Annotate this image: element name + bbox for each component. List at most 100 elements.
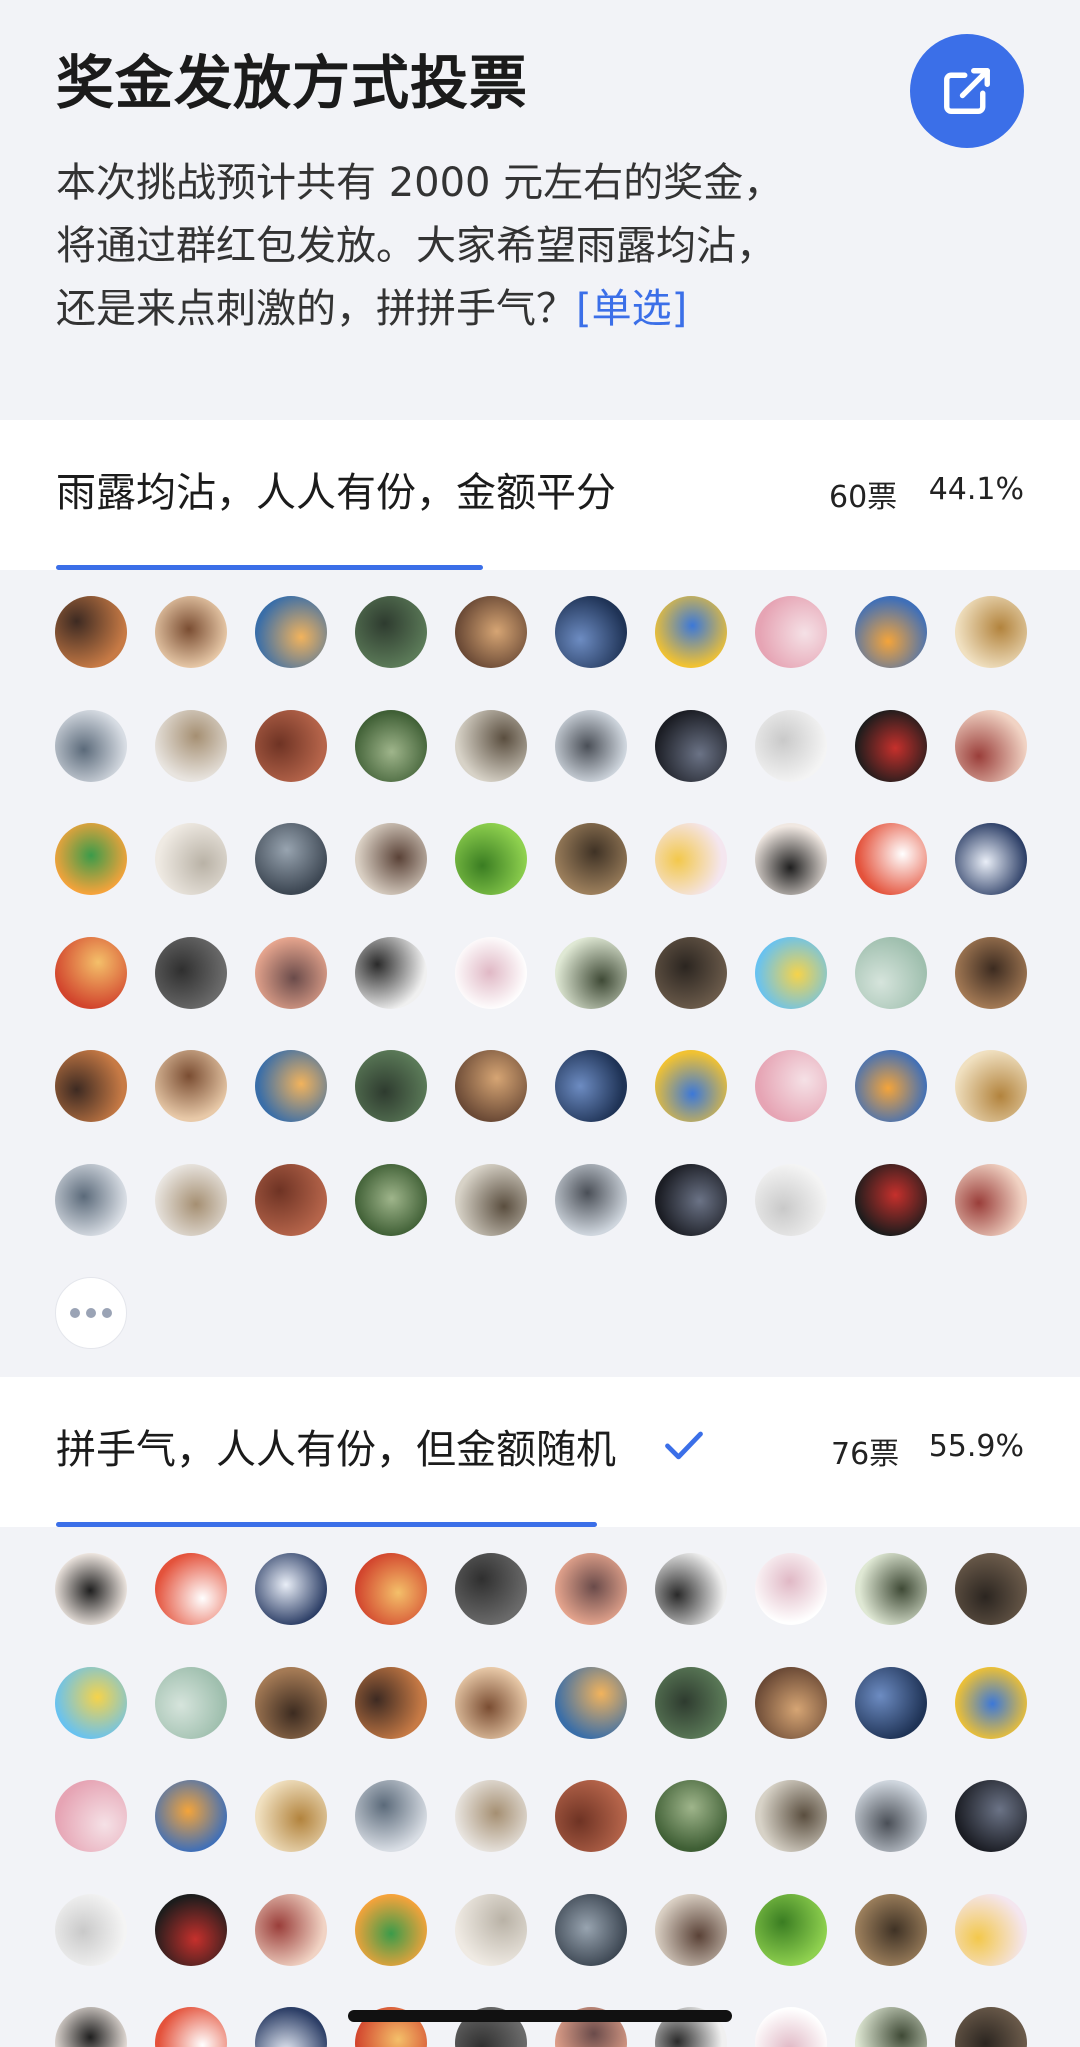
- voter-avatar[interactable]: [455, 1894, 527, 1966]
- voter-avatar[interactable]: [955, 823, 1027, 895]
- voter-avatar[interactable]: [955, 1164, 1027, 1236]
- voter-avatar[interactable]: [855, 2007, 927, 2047]
- voter-avatar[interactable]: [355, 937, 427, 1009]
- voter-avatar[interactable]: [255, 1164, 327, 1236]
- voter-avatar[interactable]: [55, 1553, 127, 1625]
- voter-avatar[interactable]: [655, 710, 727, 782]
- voter-avatar[interactable]: [955, 596, 1027, 668]
- voter-avatar[interactable]: [55, 1164, 127, 1236]
- voter-avatar[interactable]: [755, 1164, 827, 1236]
- voter-avatar[interactable]: [555, 710, 627, 782]
- voter-avatar[interactable]: [955, 710, 1027, 782]
- voter-avatar[interactable]: [255, 2007, 327, 2047]
- voter-avatar[interactable]: [255, 937, 327, 1009]
- option-2[interactable]: 拼手气，人人有份，但金额随机 76票 55.9%: [0, 1377, 1080, 1527]
- voter-avatar[interactable]: [555, 1894, 627, 1966]
- voter-avatar[interactable]: [255, 1894, 327, 1966]
- more-dots-icon[interactable]: [55, 1277, 127, 1349]
- voter-avatar[interactable]: [855, 1050, 927, 1122]
- voter-avatar[interactable]: [855, 1553, 927, 1625]
- voter-avatar[interactable]: [555, 1164, 627, 1236]
- voter-avatar[interactable]: [855, 1164, 927, 1236]
- voter-avatar[interactable]: [655, 1050, 727, 1122]
- voter-avatar[interactable]: [255, 596, 327, 668]
- voter-avatar[interactable]: [855, 596, 927, 668]
- voter-avatar[interactable]: [155, 1780, 227, 1852]
- voter-avatar[interactable]: [855, 937, 927, 1009]
- voter-avatar[interactable]: [155, 823, 227, 895]
- voter-avatar[interactable]: [355, 1780, 427, 1852]
- voter-avatar[interactable]: [355, 1050, 427, 1122]
- voter-avatar[interactable]: [55, 1780, 127, 1852]
- voter-avatar[interactable]: [455, 1667, 527, 1739]
- voter-avatar[interactable]: [655, 1780, 727, 1852]
- voter-avatar[interactable]: [655, 1894, 727, 1966]
- voter-avatar[interactable]: [55, 2007, 127, 2047]
- voter-avatar[interactable]: [555, 1050, 627, 1122]
- voter-avatar[interactable]: [255, 1050, 327, 1122]
- voter-avatar[interactable]: [55, 937, 127, 1009]
- voter-avatar[interactable]: [355, 596, 427, 668]
- voter-avatar[interactable]: [555, 823, 627, 895]
- voter-avatar[interactable]: [955, 1894, 1027, 1966]
- voter-avatar[interactable]: [955, 1667, 1027, 1739]
- voter-avatar[interactable]: [55, 1667, 127, 1739]
- voter-avatar[interactable]: [555, 1780, 627, 1852]
- voter-avatar[interactable]: [55, 1894, 127, 1966]
- voter-avatar[interactable]: [155, 1667, 227, 1739]
- voter-avatar[interactable]: [955, 1050, 1027, 1122]
- voter-avatar[interactable]: [855, 1780, 927, 1852]
- share-button[interactable]: [910, 34, 1024, 148]
- voter-avatar[interactable]: [155, 937, 227, 1009]
- voter-avatar[interactable]: [255, 1780, 327, 1852]
- voter-avatar[interactable]: [855, 823, 927, 895]
- voter-avatar[interactable]: [755, 1553, 827, 1625]
- voter-avatar[interactable]: [355, 1667, 427, 1739]
- voter-avatar[interactable]: [55, 710, 127, 782]
- voter-avatar[interactable]: [955, 937, 1027, 1009]
- voter-avatar[interactable]: [355, 1164, 427, 1236]
- voter-avatar[interactable]: [155, 596, 227, 668]
- voter-avatar[interactable]: [455, 823, 527, 895]
- voter-avatar[interactable]: [255, 1553, 327, 1625]
- voter-avatar[interactable]: [555, 596, 627, 668]
- voter-avatar[interactable]: [155, 1050, 227, 1122]
- voter-avatar[interactable]: [955, 1780, 1027, 1852]
- voter-avatar[interactable]: [655, 937, 727, 1009]
- voter-avatar[interactable]: [355, 823, 427, 895]
- voter-avatar[interactable]: [555, 1553, 627, 1625]
- voter-avatar[interactable]: [155, 1553, 227, 1625]
- voter-avatar[interactable]: [155, 1894, 227, 1966]
- option-1[interactable]: 雨露均沾，人人有份，金额平分 60票 44.1%: [0, 420, 1080, 570]
- voter-avatar[interactable]: [655, 596, 727, 668]
- voter-avatar[interactable]: [655, 823, 727, 895]
- voter-avatar[interactable]: [755, 2007, 827, 2047]
- voter-avatar[interactable]: [455, 1164, 527, 1236]
- voter-avatar[interactable]: [655, 1553, 727, 1625]
- voter-avatar[interactable]: [355, 1894, 427, 1966]
- voter-avatar[interactable]: [655, 1667, 727, 1739]
- voter-avatar[interactable]: [755, 937, 827, 1009]
- voter-avatar[interactable]: [755, 823, 827, 895]
- voter-avatar[interactable]: [255, 1667, 327, 1739]
- voter-avatar[interactable]: [855, 1667, 927, 1739]
- voter-avatar[interactable]: [455, 596, 527, 668]
- voter-avatar[interactable]: [755, 1780, 827, 1852]
- voter-avatar[interactable]: [755, 596, 827, 668]
- voter-avatar[interactable]: [455, 937, 527, 1009]
- voter-avatar[interactable]: [55, 823, 127, 895]
- voter-avatar[interactable]: [155, 1164, 227, 1236]
- voter-avatar[interactable]: [455, 1553, 527, 1625]
- voter-avatar[interactable]: [955, 2007, 1027, 2047]
- voter-avatar[interactable]: [155, 2007, 227, 2047]
- voter-avatar[interactable]: [355, 710, 427, 782]
- voter-avatar[interactable]: [755, 1667, 827, 1739]
- voter-avatar[interactable]: [855, 710, 927, 782]
- voter-avatar[interactable]: [755, 710, 827, 782]
- voter-avatar[interactable]: [455, 1780, 527, 1852]
- voter-avatar[interactable]: [55, 596, 127, 668]
- voter-avatar[interactable]: [455, 710, 527, 782]
- voter-avatar[interactable]: [755, 1894, 827, 1966]
- voter-avatar[interactable]: [255, 823, 327, 895]
- voter-avatar[interactable]: [955, 1553, 1027, 1625]
